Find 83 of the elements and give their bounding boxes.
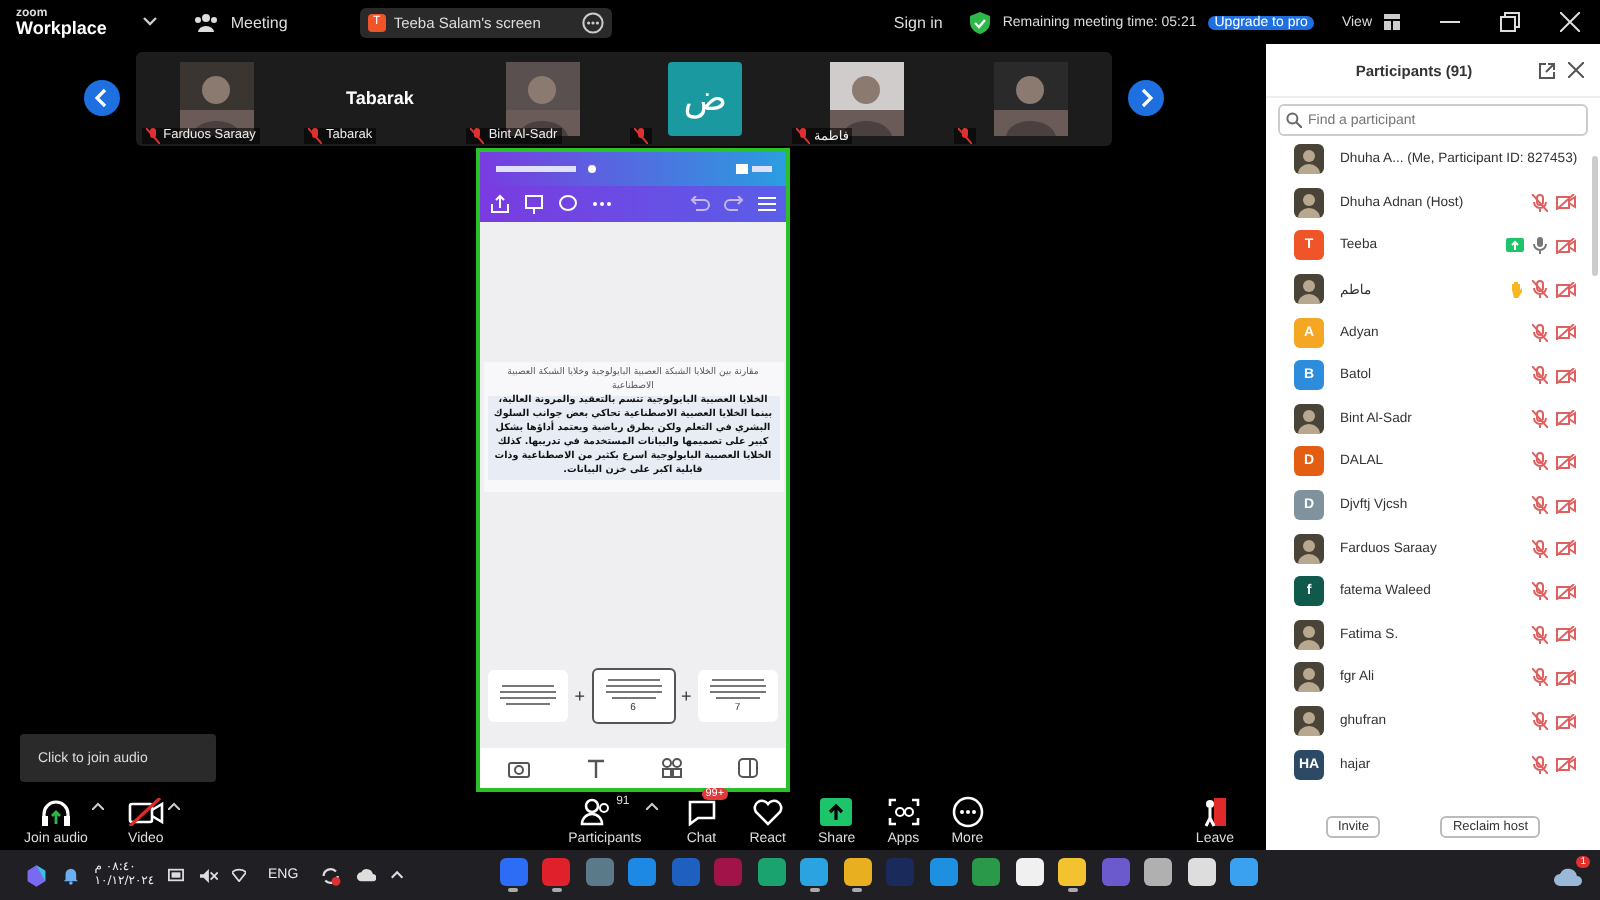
heart-icon <box>751 798 784 827</box>
menu-icon[interactable] <box>758 196 776 213</box>
chevron-up-icon[interactable] <box>390 870 406 880</box>
avatar-initial: ض <box>668 61 743 136</box>
video-off-icon <box>127 798 164 827</box>
present-icon[interactable] <box>524 194 544 215</box>
grid-icon[interactable] <box>1384 14 1400 30</box>
people-icon <box>580 798 613 827</box>
video-off-icon <box>1556 626 1576 643</box>
panel-icon[interactable] <box>738 758 758 779</box>
restore-icon[interactable] <box>1500 12 1520 32</box>
avatar-icon <box>1294 403 1324 434</box>
chevron-down-icon[interactable] <box>142 16 159 28</box>
cloud-icon[interactable] <box>355 866 377 884</box>
undo-icon[interactable] <box>690 196 710 213</box>
headphones-icon <box>39 798 72 827</box>
network-icon[interactable] <box>231 868 246 882</box>
muted-mic-icon <box>633 127 648 144</box>
app-icon[interactable] <box>1058 858 1087 886</box>
participant-name: Tabarak <box>346 88 414 109</box>
video-off-icon <box>1556 540 1576 557</box>
muted-mic-icon <box>307 127 322 144</box>
camera-icon[interactable] <box>508 758 530 779</box>
caret-icon[interactable] <box>167 802 180 811</box>
add-page-button[interactable]: + <box>574 685 585 706</box>
text-tool-icon[interactable] <box>586 758 606 779</box>
app-icon[interactable] <box>1144 858 1173 886</box>
sign-in-link[interactable]: Sign in <box>893 13 943 31</box>
comment-icon[interactable] <box>558 194 578 215</box>
apps-icon <box>887 798 920 827</box>
speaker-muted-icon[interactable] <box>200 867 218 883</box>
share-icon[interactable] <box>490 194 510 215</box>
avatar-icon <box>1294 706 1324 737</box>
people-icon <box>194 12 219 32</box>
app-icon[interactable] <box>843 858 872 886</box>
avatar-icon <box>1294 662 1324 693</box>
muted-mic-icon <box>145 127 160 144</box>
muted-mic-icon <box>795 127 810 144</box>
video-off-icon <box>1556 756 1576 773</box>
app-icon[interactable] <box>1015 858 1044 886</box>
shield-check-icon <box>970 11 991 33</box>
video-off-icon <box>1556 453 1576 470</box>
caret-icon[interactable] <box>91 802 104 811</box>
app-icon[interactable] <box>1187 858 1216 886</box>
next-button[interactable] <box>1128 80 1164 117</box>
battery-icon[interactable] <box>168 868 186 882</box>
sync-icon[interactable] <box>320 863 342 887</box>
video-off-icon <box>1556 497 1576 514</box>
video-off-icon <box>1556 713 1576 730</box>
muted-mic-icon <box>958 127 973 144</box>
app-icon[interactable] <box>1230 858 1259 886</box>
more-icon <box>951 796 984 829</box>
more-icon[interactable] <box>581 11 604 33</box>
bell-icon[interactable] <box>62 864 81 886</box>
pop-out-icon[interactable] <box>1538 61 1556 79</box>
elements-icon[interactable] <box>662 758 682 779</box>
more-icon[interactable] <box>592 200 612 209</box>
previous-button[interactable] <box>84 80 120 117</box>
search-icon <box>1286 112 1302 128</box>
avatar-icon <box>1294 187 1324 218</box>
video-off-icon <box>1556 410 1576 427</box>
video-off-icon <box>1556 237 1576 254</box>
add-page-button[interactable]: + <box>681 685 692 706</box>
page-thumbnail[interactable] <box>488 669 569 722</box>
avatar-icon <box>1294 619 1324 650</box>
redo-icon[interactable] <box>724 196 744 213</box>
copilot-icon[interactable] <box>24 861 49 889</box>
avatar-icon <box>1294 274 1324 305</box>
meeting-label: Meeting <box>230 13 288 31</box>
avatar-icon <box>1294 533 1324 564</box>
muted-mic-icon <box>470 127 485 144</box>
close-icon[interactable] <box>1568 62 1584 78</box>
video-off-icon <box>1556 281 1576 298</box>
video-off-icon <box>1556 367 1576 384</box>
chat-icon <box>685 798 718 827</box>
caret-icon[interactable] <box>645 802 658 811</box>
video-off-icon <box>1556 194 1576 211</box>
share-screen-icon <box>820 798 853 827</box>
video-off-icon <box>1556 669 1576 686</box>
video-off-icon <box>1556 583 1576 600</box>
app-icon[interactable] <box>800 858 829 886</box>
avatar-icon <box>1294 144 1324 175</box>
video-off-icon <box>1556 324 1576 341</box>
